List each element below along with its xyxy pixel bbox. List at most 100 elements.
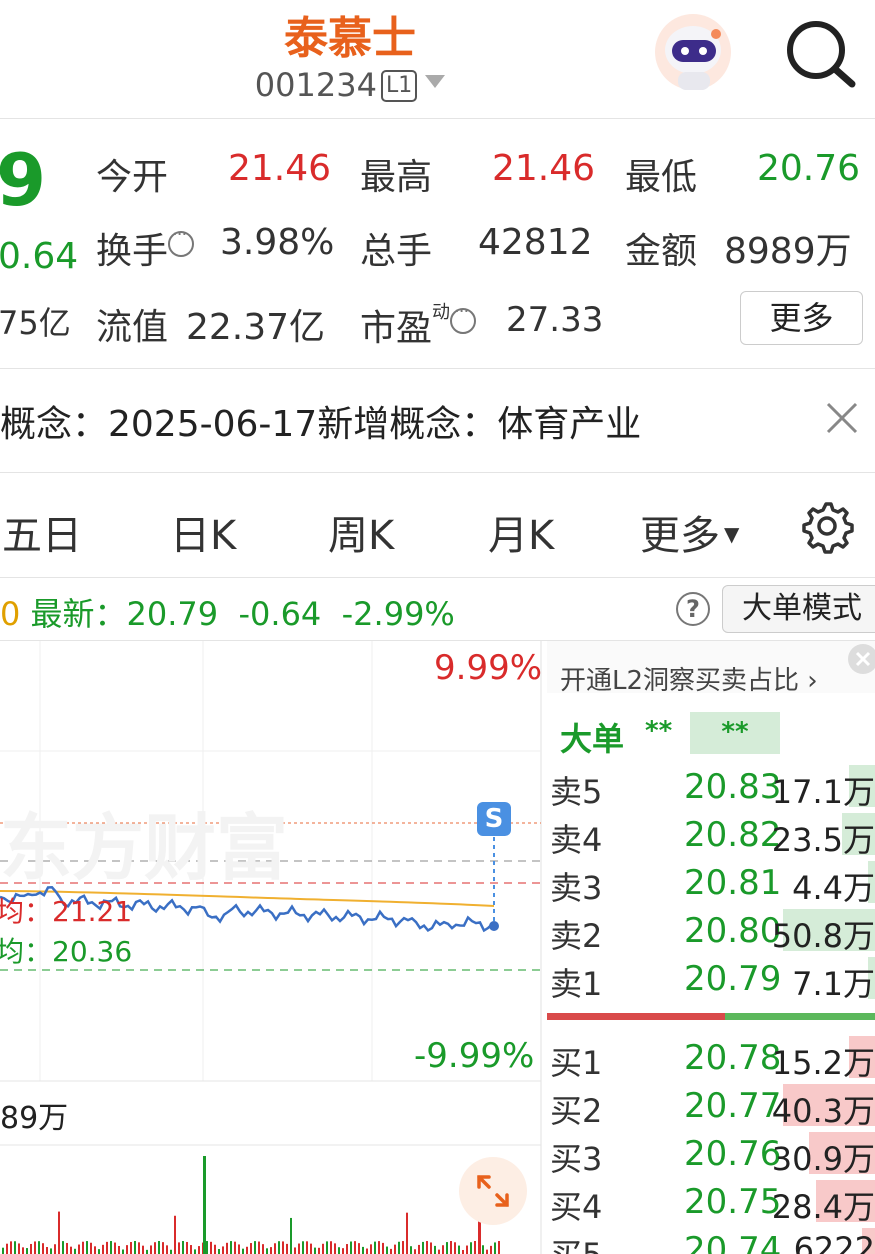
volume-bar bbox=[62, 1241, 64, 1254]
volume-bar bbox=[146, 1249, 148, 1254]
volume-bar bbox=[162, 1242, 164, 1254]
volume-bar bbox=[374, 1241, 376, 1254]
volume-bar bbox=[394, 1244, 396, 1254]
more-info-icon[interactable] bbox=[450, 301, 477, 334]
volume-bar bbox=[182, 1241, 184, 1254]
turnover-label[interactable]: 换手 bbox=[96, 222, 195, 274]
volume-bar bbox=[226, 1242, 228, 1254]
bid-row[interactable]: 买4 20.75 28.4万 bbox=[547, 1178, 875, 1226]
bid-price: 20.74 bbox=[684, 1230, 782, 1254]
bid-row[interactable]: 买3 20.76 30.9万 bbox=[547, 1130, 875, 1178]
ask-vol: 23.5万 bbox=[771, 821, 875, 859]
pe-label[interactable]: 市盈动 bbox=[360, 298, 477, 351]
limit-up-percent: 9.99% bbox=[434, 648, 543, 688]
volume-bar bbox=[2, 1247, 4, 1254]
market-cap: 75亿 bbox=[0, 304, 71, 342]
volume-bar bbox=[414, 1249, 416, 1254]
volume-bar bbox=[462, 1249, 464, 1254]
more-button[interactable]: 更多 bbox=[740, 291, 863, 345]
big-order-label: 大单 bbox=[560, 720, 625, 758]
volume-bar bbox=[398, 1241, 400, 1254]
open-label: 今开 bbox=[96, 157, 169, 198]
volume-bar bbox=[218, 1249, 220, 1254]
volume-bar bbox=[402, 1241, 404, 1254]
robot-avatar-icon[interactable] bbox=[650, 10, 736, 96]
volume-bar bbox=[38, 1241, 40, 1254]
volume-bar bbox=[174, 1215, 176, 1254]
ask-row[interactable]: 卖3 20.81 4.4万 bbox=[547, 859, 875, 907]
divider bbox=[0, 577, 875, 578]
ask-price: 20.81 bbox=[684, 863, 782, 903]
volume-bar bbox=[214, 1244, 216, 1254]
ask-vol: 17.1万 bbox=[771, 773, 875, 811]
stock-name: 泰慕士 bbox=[284, 13, 416, 64]
tab-daily-k[interactable]: 日K bbox=[170, 503, 236, 561]
volume-bar bbox=[94, 1246, 96, 1254]
volume-bar bbox=[274, 1243, 276, 1254]
volume-bar bbox=[482, 1245, 484, 1254]
bid-row[interactable]: 买1 20.78 15.2万 bbox=[547, 1034, 875, 1082]
ask-vol: 4.4万 bbox=[792, 869, 875, 907]
expand-icon[interactable] bbox=[459, 1157, 527, 1225]
volume-bar bbox=[138, 1242, 140, 1254]
chevron-down-icon[interactable] bbox=[425, 75, 446, 88]
volume-bar bbox=[450, 1241, 452, 1254]
volume-label: 总手 bbox=[360, 231, 433, 272]
volume-bar bbox=[258, 1241, 260, 1254]
ask-row[interactable]: 卖4 20.82 23.5万 bbox=[547, 811, 875, 859]
search-icon[interactable] bbox=[782, 18, 858, 88]
event-marker-icon[interactable]: S bbox=[477, 802, 511, 836]
volume-bar bbox=[322, 1243, 324, 1254]
amount-value: 8989万 bbox=[724, 231, 852, 272]
close-icon[interactable] bbox=[848, 644, 875, 674]
reference-line-label-green: 均：20.36 bbox=[0, 935, 133, 968]
tab-more[interactable]: 更多 ▼ bbox=[640, 503, 739, 561]
l2-promo-link[interactable]: 开通L2洞察买卖占比 › bbox=[560, 660, 818, 697]
ask-row[interactable]: 卖5 20.83 17.1万 bbox=[547, 763, 875, 811]
volume-bar bbox=[198, 1246, 200, 1254]
volume-bar bbox=[454, 1242, 456, 1254]
volume-bar bbox=[110, 1241, 112, 1254]
tab-monthly-k[interactable]: 月K bbox=[488, 503, 554, 561]
big-order-mode-button[interactable]: 大单模式 bbox=[722, 585, 875, 633]
bid-side: 买5 bbox=[550, 1230, 602, 1254]
ask-row[interactable]: 卖1 20.79 7.1万 bbox=[547, 955, 875, 1003]
volume-bar bbox=[378, 1241, 380, 1254]
volume-bar bbox=[350, 1241, 352, 1254]
help-icon[interactable]: ? bbox=[676, 592, 710, 626]
bid-vol: 6222 bbox=[793, 1230, 875, 1254]
stock-code-row[interactable]: 001234 L1 bbox=[0, 66, 700, 104]
last-price: 9 bbox=[0, 138, 47, 222]
divider bbox=[0, 472, 875, 473]
bid-vol: 40.3万 bbox=[771, 1092, 875, 1130]
open-value: 21.46 bbox=[228, 148, 332, 189]
close-icon[interactable] bbox=[822, 398, 862, 438]
bid-row[interactable]: 买5 20.74 6222 bbox=[547, 1226, 875, 1254]
volume-bar bbox=[130, 1242, 132, 1254]
volume-bar bbox=[234, 1241, 236, 1254]
ask-row[interactable]: 卖2 20.80 50.8万 bbox=[547, 907, 875, 955]
volume-bar bbox=[458, 1245, 460, 1254]
volume-bar bbox=[246, 1246, 248, 1254]
more-info-icon[interactable] bbox=[168, 224, 195, 257]
tab-weekly-k[interactable]: 周K bbox=[328, 503, 394, 561]
volume-bar bbox=[106, 1241, 108, 1254]
tab-five-day[interactable]: 五日 bbox=[2, 503, 82, 561]
volume-bar bbox=[266, 1248, 268, 1254]
ask-price: 20.80 bbox=[684, 911, 782, 951]
volume-bar bbox=[142, 1245, 144, 1254]
gear-icon[interactable] bbox=[798, 498, 854, 554]
volume-bar bbox=[222, 1246, 224, 1254]
volume-bar bbox=[250, 1243, 252, 1254]
bid-row[interactable]: 买2 20.77 40.3万 bbox=[547, 1082, 875, 1130]
volume-bar bbox=[158, 1241, 160, 1254]
concept-notice[interactable]: 概念：2025-06-17新增概念：体育产业 bbox=[0, 395, 641, 447]
bid-side: 买1 bbox=[550, 1044, 603, 1082]
caret-down-icon: ▼ bbox=[724, 522, 740, 546]
high-value: 21.46 bbox=[492, 148, 596, 189]
ask-side: 卖2 bbox=[550, 917, 603, 955]
volume-bar bbox=[30, 1243, 32, 1254]
volume-bar bbox=[194, 1249, 196, 1254]
volume-bar bbox=[422, 1241, 424, 1254]
volume-bar bbox=[262, 1244, 264, 1254]
